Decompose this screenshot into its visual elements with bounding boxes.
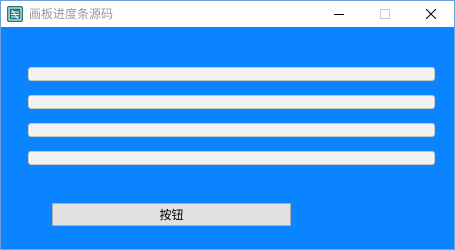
maximize-button[interactable] [362,1,408,27]
progress-bar-4 [28,151,435,165]
app-window: 画板进度条源码 按钮 [0,0,455,250]
window-title: 画板进度条源码 [29,7,114,21]
maximize-icon [380,9,390,19]
progress-bar-2 [28,95,435,109]
progress-bar-1 [28,67,435,81]
close-button[interactable] [408,1,454,27]
minimize-button[interactable] [316,1,362,27]
action-button[interactable]: 按钮 [52,203,291,226]
progress-bar-3 [28,123,435,137]
client-area: 按钮 [1,27,454,249]
minimize-icon [334,14,344,15]
close-icon [426,9,436,19]
title-bar[interactable]: 画板进度条源码 [1,1,454,27]
app-logo-icon [7,6,23,22]
